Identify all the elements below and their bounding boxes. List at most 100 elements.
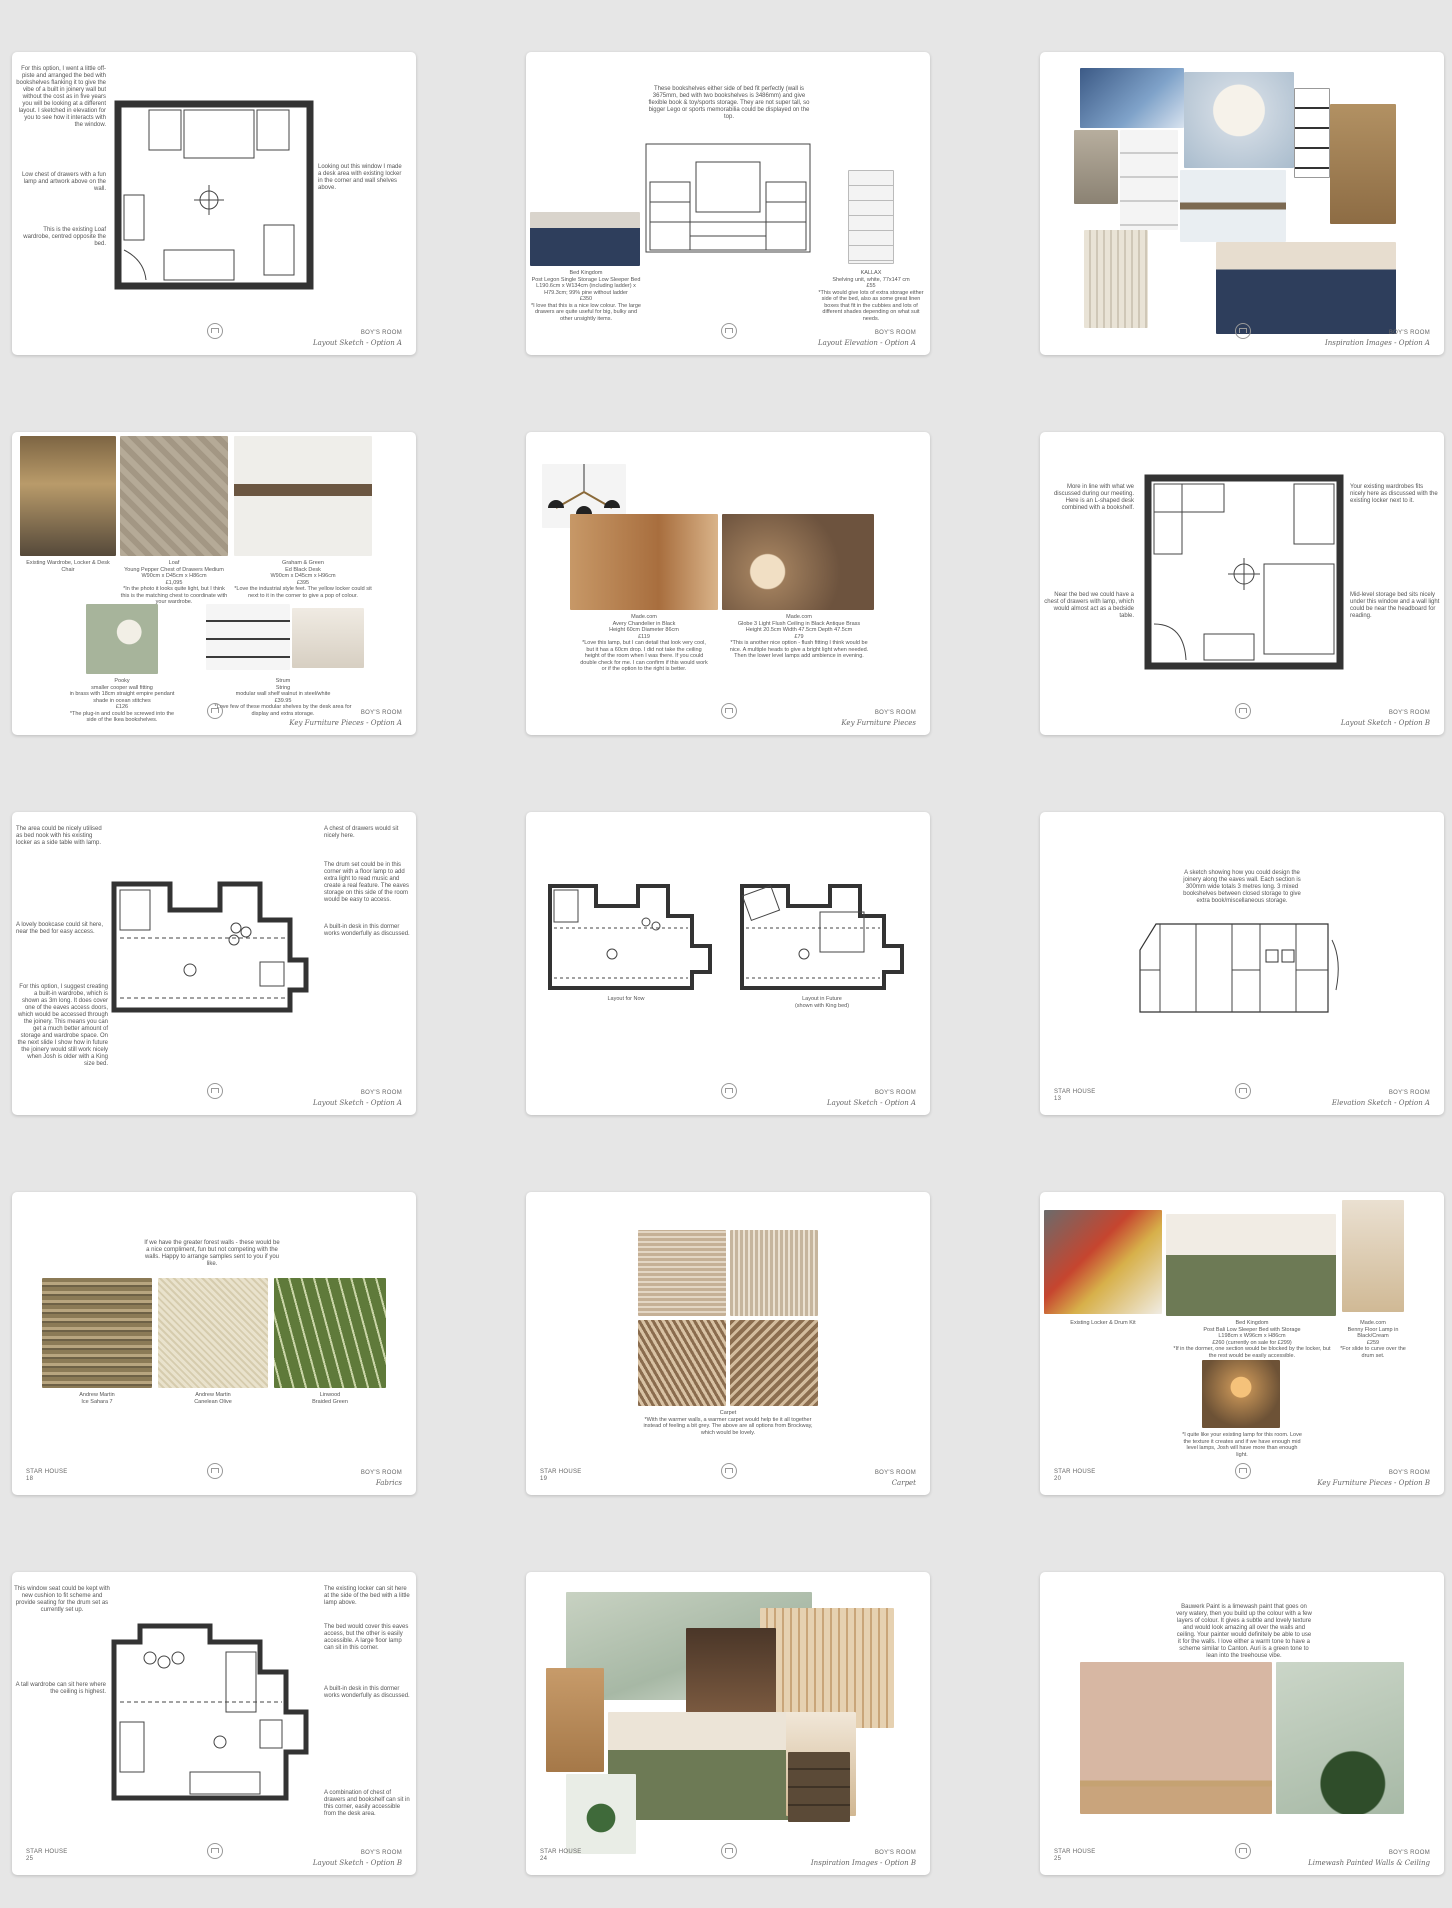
project-label: STAR HOUSE 18 [26,1469,68,1482]
swatch-braided-green [274,1278,386,1388]
room-label: BOY'S ROOM [874,1470,916,1476]
room-label: BOY'S ROOM [1388,1850,1430,1856]
note-built-in-desk: A built-in desk in this dormer works won… [324,1686,410,1699]
slide-subtitle: Key Furniture Pieces - Option A [289,719,402,727]
slide-key-furniture-b[interactable]: Existing Locker & Drum Kit Bed Kingdom P… [1040,1192,1444,1495]
floor-plan-now [548,884,712,990]
brand-logo-icon [1235,1843,1251,1859]
photo-oak-wardrobe [546,1668,604,1772]
caption-layout-future: Layout in Future (shown with King bed) [794,996,850,1009]
room-label: BOY'S ROOM [360,1850,402,1856]
note-storage-bed: Mid-level storage bed sits nicely under … [1350,592,1440,619]
slide-layout-sketch-a[interactable]: For this option, I went a little off-pis… [12,52,416,355]
brand-logo-icon [207,703,223,719]
slide-inspiration-b[interactable]: STAR HOUSE 24 BOY'S ROOM Inspiration Ima… [526,1572,930,1875]
brand-logo-icon [207,1083,223,1099]
brand-logo-icon [721,1463,737,1479]
note-bed-arrangement: For this option, I went a little off-pis… [16,66,106,128]
room-label: BOY'S ROOM [360,1090,402,1096]
photo-kallax-shelf [848,170,894,264]
photo-terracotta-limewash [1080,1662,1272,1814]
brand-logo-icon [721,1083,737,1099]
photo-pattern-wallpaper [760,1608,894,1728]
note-tall-wardrobe: A tall wardrobe can sit here where the c… [15,1682,106,1695]
note-l-desk: More in line with what we discussed duri… [1053,484,1134,511]
slide-subtitle: Layout Sketch - Option A [826,1099,916,1107]
slide-layout-sketch-a-eaves[interactable]: The area could be nicely utilised as bed… [12,812,416,1115]
brand-logo-icon [1235,703,1251,719]
caption-existing-pendant: *I quite like your existing lamp for thi… [1182,1432,1302,1458]
caption-canelean-olive: Andrew Martin Canelean Olive [194,1392,232,1405]
slide-key-furniture-lighting[interactable]: Made.com Avery Chandelier in Black Heigh… [526,432,930,735]
photo-dark-chest [788,1752,850,1822]
note-window-seat: This window seat could be kept with new … [14,1586,110,1613]
slide-subtitle: Limewash Painted Walls & Ceiling [1308,1859,1430,1867]
slide-key-furniture-a[interactable]: Existing Wardrobe, Locker & Desk Chair L… [12,432,416,735]
slide-layout-sketch-b-eaves[interactable]: This window seat could be kept with new … [12,1572,416,1875]
photo-olive-storage-bed [1166,1214,1336,1316]
slide-grid: For this option, I went a little off-pis… [12,52,1444,1875]
slide-inspiration-a[interactable]: BOY'S ROOM Inspiration Images - Option A [1040,52,1444,355]
joinery-elevation-sketch [1139,923,1339,1013]
photo-navy-sleeper-bed [530,212,640,266]
swatch-carpet-3 [638,1320,726,1406]
room-label: BOY'S ROOM [1388,330,1430,336]
photo-black-desk [234,436,372,556]
note-bed-eaves: The bed would cover this eaves access, b… [324,1624,409,1651]
caption-layout-now: Layout for Now [607,996,645,1002]
photo-globe-light [722,514,874,610]
note-bookshelves: These bookshelves either side of bed fit… [648,86,810,120]
room-label: BOY'S ROOM [874,1090,916,1096]
note-built-in-wardrobe: For this option, I suggest creating a bu… [17,984,108,1067]
project-label: STAR HOUSE 25 [1054,1849,1096,1862]
note-joinery: A sketch showing how you could design th… [1183,870,1301,904]
slide-carpet[interactable]: Carpet *With the warmer walls, a warmer … [526,1192,930,1495]
note-bed-nook: The area could be nicely utilised as bed… [16,826,102,846]
slide-subtitle: Layout Sketch - Option B [312,1859,402,1867]
brand-logo-icon [1235,323,1251,339]
floor-plan-sketch [1144,474,1344,670]
slide-layout-now-future[interactable]: Layout for Now Layout in Future (shown w… [526,812,930,1115]
project-label: STAR HOUSE 24 [540,1849,582,1862]
photo-locker-drum-kit [1044,1210,1162,1314]
photo-desk-nook [686,1628,776,1714]
photo-string-shelf [206,604,290,670]
caption-string-shelf: Strum String modular wall shelf walnut i… [214,678,352,717]
photo-wall-shelf [1294,88,1330,178]
photo-striped-wall [1084,230,1148,328]
caption-carpet: Carpet *With the warmer walls, a warmer … [643,1410,813,1436]
photo-bookcase [1120,130,1178,230]
project-label: STAR HOUSE 25 [26,1849,68,1862]
brand-logo-icon [721,1843,737,1859]
swatch-carpet-4 [730,1320,818,1406]
photo-loaf-chest [120,436,228,556]
swatch-canelean-olive [158,1278,268,1388]
slide-subtitle: Inspiration Images - Option A [1325,339,1430,347]
caption-floor-lamp: Made.com Benny Floor Lamp in Black/Cream… [1340,1320,1406,1359]
slide-limewash-walls[interactable]: Bauwerk Paint is a limewash paint that g… [1040,1572,1444,1875]
note-chest-drawers: Low chest of drawers with a fun lamp and… [21,172,106,192]
room-label: BOY'S ROOM [1388,1470,1430,1476]
photo-navy-bed [1216,242,1396,334]
caption-existing-wardrobe: Existing Wardrobe, Locker & Desk Chair [26,560,110,573]
slide-subtitle: Layout Elevation - Option A [817,339,916,347]
photo-plant [566,1774,636,1854]
slide-layout-sketch-b[interactable]: More in line with what we discussed duri… [1040,432,1444,735]
room-label: BOY'S ROOM [1388,1090,1430,1096]
slide-subtitle: Inspiration Images - Option B [810,1859,916,1867]
room-label: BOY'S ROOM [360,330,402,336]
photo-existing-wardrobe [20,436,116,556]
photo-football-team [1080,68,1184,128]
caption-storage-bed: Bed Kingdom Post Bali Low Sleeper Bed wi… [1173,1320,1331,1359]
slide-subtitle: Fabrics [375,1479,402,1487]
photo-paper-lantern [1184,72,1294,168]
slide-elevation-joinery[interactable]: A sketch showing how you could design th… [1040,812,1444,1115]
note-chest-drawers: A chest of drawers would sit nicely here… [324,826,399,839]
brand-logo-icon [1235,1463,1251,1479]
note-bookcase: A lovely bookcase could sit here, near t… [16,922,104,935]
note-chest-bookshelf: A combination of chest of drawers and bo… [324,1790,410,1817]
note-fabrics: If we have the greater forest walls - th… [144,1240,280,1267]
slide-layout-elevation-a[interactable]: These bookshelves either side of bed fit… [526,52,930,355]
slide-fabrics[interactable]: If we have the greater forest walls - th… [12,1192,416,1495]
project-label: STAR HOUSE 13 [1054,1089,1096,1102]
